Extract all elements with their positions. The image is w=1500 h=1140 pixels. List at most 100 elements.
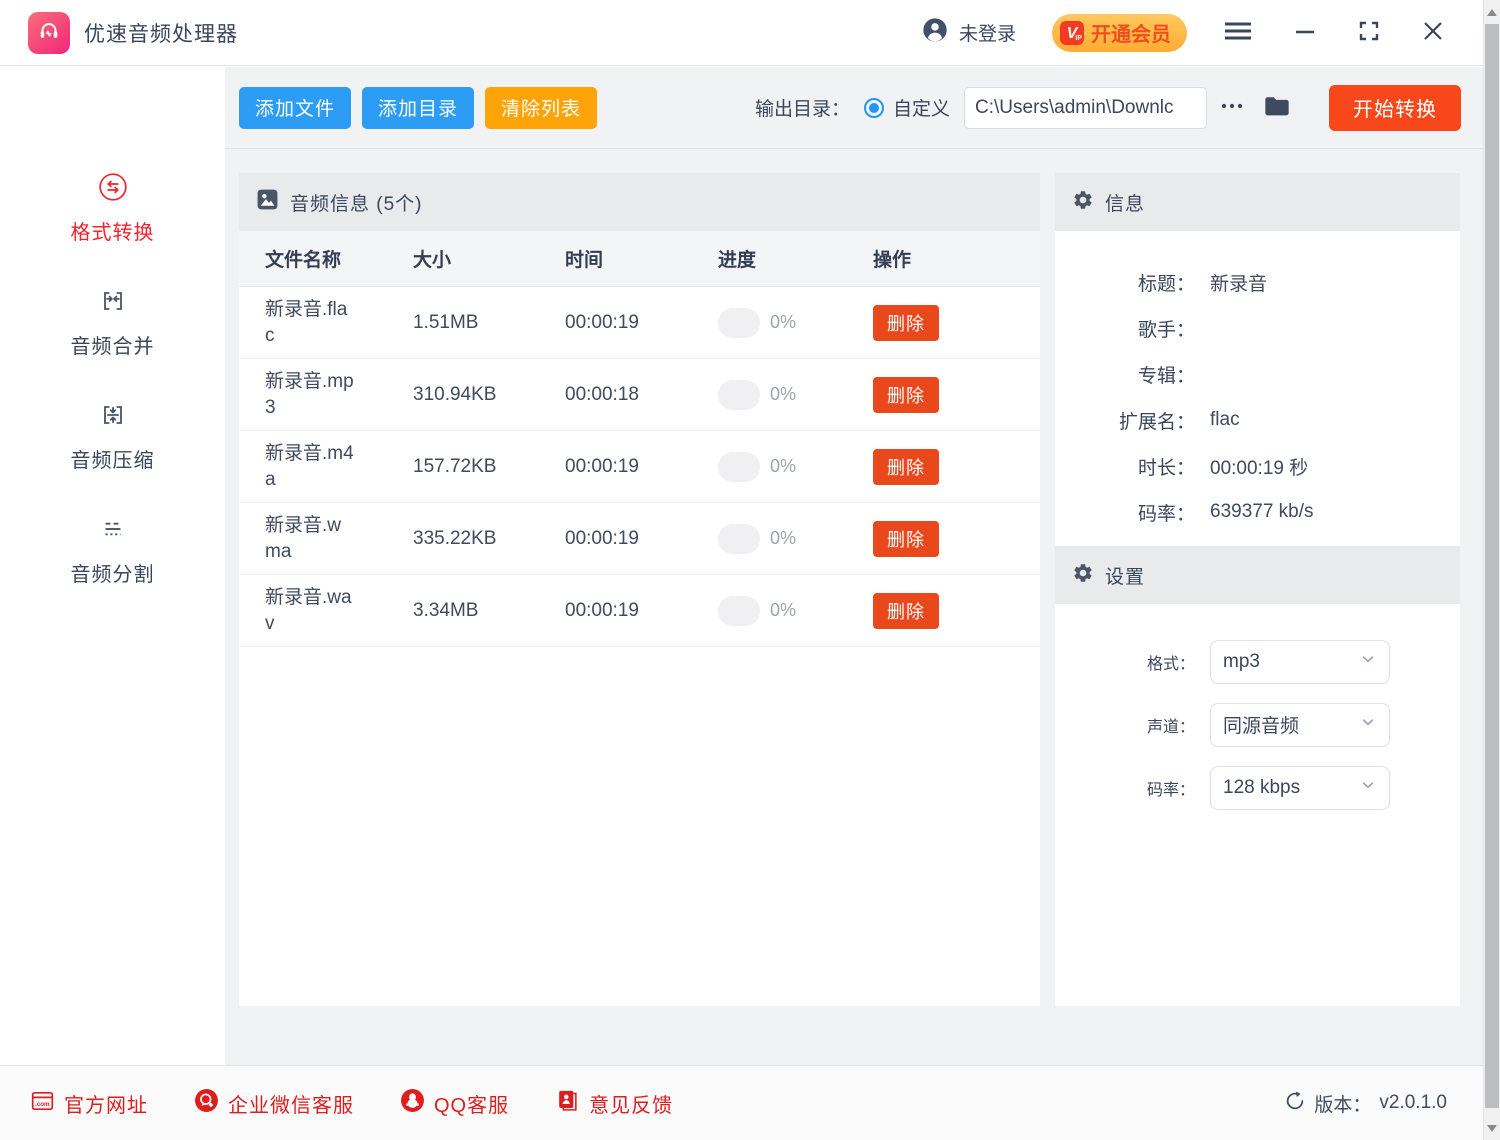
progress-bar: [718, 308, 760, 338]
official-website-link[interactable]: .com 官方网址: [30, 1089, 148, 1118]
wechat-support-link[interactable]: 企业微信客服: [194, 1088, 354, 1118]
info-field-title: 标题： 新录音: [1055, 259, 1460, 305]
file-size: 1.51MB: [413, 312, 565, 334]
info-fields: 标题： 新录音 歌手： 专辑： 扩展名： flac: [1055, 231, 1460, 546]
maximize-icon: [1357, 19, 1381, 46]
footer-links: .com 官方网址 企业微信客服: [30, 1088, 673, 1118]
progress-bar: [718, 380, 760, 410]
file-time: 00:00:19: [565, 600, 718, 622]
bitrate-select[interactable]: 128 kbps: [1210, 766, 1390, 810]
table-row[interactable]: 新录音.m4a 157.72KB 00:00:19 0% 删除: [239, 431, 1040, 503]
progress-bar: [718, 524, 760, 554]
window-controls: [1221, 17, 1447, 48]
delete-button[interactable]: 删除: [873, 449, 939, 485]
close-button[interactable]: [1419, 17, 1447, 48]
scrollbar-thumb[interactable]: [1485, 24, 1499, 1108]
qq-icon: [400, 1088, 425, 1118]
close-icon: [1421, 19, 1445, 46]
file-time: 00:00:19: [565, 456, 718, 478]
info-field-bitrate: 码率： 639377 kb/s: [1055, 489, 1460, 535]
table-row[interactable]: 新录音.wav 3.34MB 00:00:19 0% 删除: [239, 575, 1040, 647]
col-action: 操作: [873, 245, 1040, 272]
start-convert-button[interactable]: 开始转换: [1329, 85, 1461, 131]
file-name: 新录音.flac: [265, 297, 355, 349]
progress-cell: 0%: [718, 596, 873, 626]
table-row[interactable]: 新录音.flac 1.51MB 00:00:19 0% 删除: [239, 287, 1040, 359]
qq-support-link[interactable]: QQ客服: [400, 1088, 509, 1118]
sidebar-item-audio-split[interactable]: 音频分割: [71, 513, 155, 587]
version-info: 版本： v2.0.1.0: [1284, 1090, 1447, 1117]
delete-button[interactable]: 删除: [873, 377, 939, 413]
refresh-icon[interactable]: [1284, 1090, 1306, 1117]
add-directory-button[interactable]: 添加目录: [362, 87, 474, 129]
feedback-link[interactable]: 意见反馈: [555, 1088, 673, 1118]
table-header: 文件名称 大小 时间 进度 操作: [239, 231, 1040, 287]
login-status: 未登录: [959, 19, 1016, 46]
scroll-down-arrow[interactable]: [1484, 1118, 1500, 1138]
file-size: 310.94KB: [413, 384, 565, 406]
progress-bar: [718, 596, 760, 626]
chevron-down-icon: [1359, 650, 1377, 674]
ellipsis-icon: [1219, 106, 1245, 121]
titlebar-right: 未登录 V IP 开通会员: [921, 14, 1447, 52]
info-field-duration: 时长： 00:00:19 秒: [1055, 443, 1460, 489]
channel-select[interactable]: 同源音频: [1210, 703, 1390, 747]
open-folder-button[interactable]: [1261, 91, 1293, 124]
scroll-up-arrow[interactable]: [1484, 2, 1500, 22]
progress-value: 0%: [770, 312, 796, 333]
sidebar: 格式转换 音频合并 音频压缩: [0, 67, 225, 1065]
file-name: 新录音.wav: [265, 585, 355, 637]
clear-list-button[interactable]: 清除列表: [485, 87, 597, 129]
login-button[interactable]: 未登录: [921, 16, 1016, 49]
progress-value: 0%: [770, 384, 796, 405]
col-progress: 进度: [718, 245, 873, 272]
content-area: 添加文件 添加目录 清除列表 输出目录： 自定义: [225, 67, 1483, 1065]
col-size: 大小: [413, 245, 565, 272]
progress-cell: 0%: [718, 524, 873, 554]
setting-channel: 声道： 同源音频: [1055, 693, 1460, 756]
setting-format: 格式： mp3: [1055, 630, 1460, 693]
svg-text:.com: .com: [35, 1101, 50, 1108]
file-list-panel: 音频信息 (5个) 文件名称 大小 时间 进度 操作 新录音.flac 1.51…: [239, 173, 1040, 1006]
add-file-button[interactable]: 添加文件: [239, 87, 351, 129]
delete-button[interactable]: 删除: [873, 593, 939, 629]
menu-button[interactable]: [1221, 18, 1255, 47]
table-row[interactable]: 新录音.mp3 310.94KB 00:00:18 0% 删除: [239, 359, 1040, 431]
info-settings-panel: 信息 标题： 新录音 歌手： 专辑：: [1055, 173, 1460, 1006]
minimize-icon: [1293, 19, 1317, 46]
app-logo: [28, 12, 70, 54]
sidebar-item-format-convert[interactable]: 格式转换: [71, 171, 155, 245]
folder-icon: [1263, 107, 1291, 122]
minimize-button[interactable]: [1291, 17, 1319, 48]
format-select[interactable]: mp3: [1210, 640, 1390, 684]
setting-bitrate: 码率： 128 kbps: [1055, 756, 1460, 819]
merge-icon: [97, 285, 129, 322]
titlebar: 优速音频处理器 未登录 V IP 开通会员: [0, 0, 1483, 66]
delete-button[interactable]: 删除: [873, 521, 939, 557]
open-vip-button[interactable]: V IP 开通会员: [1052, 14, 1187, 52]
website-icon: .com: [30, 1089, 55, 1118]
gear-icon: [1072, 562, 1094, 589]
sidebar-item-audio-compress[interactable]: 音频压缩: [71, 399, 155, 473]
maximize-button[interactable]: [1355, 17, 1383, 48]
file-name: 新录音.mp3: [265, 369, 355, 421]
audio-info-icon: [256, 188, 279, 216]
progress-cell: 0%: [718, 308, 873, 338]
settings-panel-title: 设置: [1105, 562, 1145, 589]
browse-more-button[interactable]: [1215, 90, 1249, 125]
file-panel-header: 音频信息 (5个): [239, 173, 1040, 231]
vertical-scrollbar[interactable]: [1483, 0, 1500, 1140]
info-field-album: 专辑：: [1055, 351, 1460, 397]
progress-cell: 0%: [718, 452, 873, 482]
split-icon: [97, 513, 129, 550]
user-avatar-icon: [921, 16, 949, 49]
delete-button[interactable]: 删除: [873, 305, 939, 341]
custom-output-radio[interactable]: 自定义: [864, 94, 950, 121]
progress-value: 0%: [770, 600, 796, 621]
sidebar-item-audio-merge[interactable]: 音频合并: [71, 285, 155, 359]
table-row[interactable]: 新录音.wma 335.22KB 00:00:19 0% 删除: [239, 503, 1040, 575]
col-time: 时间: [565, 245, 718, 272]
output-path-input[interactable]: [964, 87, 1207, 129]
headphones-icon: [35, 16, 63, 49]
radio-icon: [864, 98, 884, 118]
